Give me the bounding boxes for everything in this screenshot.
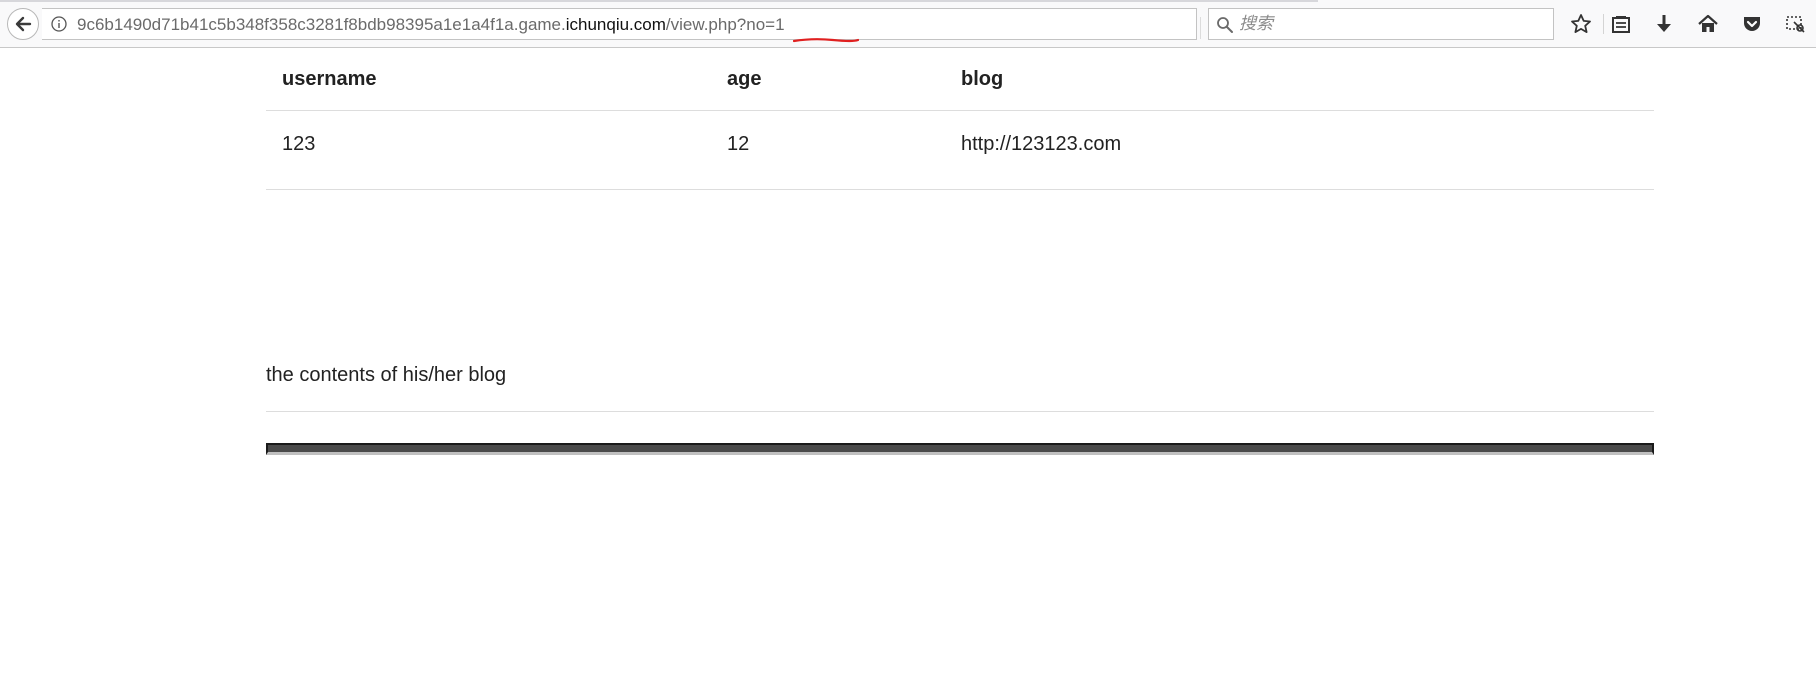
back-button[interactable] (7, 8, 39, 40)
search-icon (1217, 17, 1233, 33)
blog-divider (266, 411, 1654, 412)
table-row: 123 12 http://123123.com (266, 110, 1654, 190)
page-load-indicator (0, 0, 1318, 2)
reading-list-icon (1612, 16, 1630, 33)
reading-list-button[interactable] (1609, 12, 1633, 36)
info-icon[interactable] (51, 16, 67, 32)
column-header-username: username (266, 48, 711, 111)
star-icon (1571, 14, 1591, 33)
bookmark-star-button[interactable] (1569, 12, 1593, 36)
search-bar[interactable] (1208, 8, 1554, 40)
pocket-button[interactable] (1740, 12, 1764, 36)
url-domain: ichunqiu.com (565, 15, 666, 34)
user-info-table: username age blog 123 12 http://123123.c… (266, 48, 1654, 190)
url-prefix: 9c6b1490d71b41c5b348f358c3281f8bdb98395a… (77, 15, 566, 34)
blog-content-frame[interactable] (266, 443, 1654, 455)
pocket-icon (1744, 17, 1760, 31)
cell-blog: http://123123.com (945, 110, 1654, 190)
urlbar-divider (1200, 17, 1201, 39)
home-button[interactable] (1696, 12, 1720, 36)
screenshot-icon (1786, 16, 1805, 33)
column-header-age: age (711, 48, 945, 111)
browser-toolbar: 9c6b1490d71b41c5b348f358c3281f8bdb98395a… (0, 0, 1816, 48)
page-content: username age blog 123 12 http://123123.c… (266, 48, 1654, 190)
red-underline-annotation (793, 38, 859, 43)
toolbar-divider (1603, 14, 1604, 34)
home-icon (1698, 14, 1718, 32)
downloads-button[interactable] (1652, 12, 1676, 36)
cell-age: 12 (711, 110, 945, 190)
download-icon (1657, 15, 1671, 32)
column-header-blog: blog (945, 48, 1654, 111)
url-text[interactable]: 9c6b1490d71b41c5b348f358c3281f8bdb98395a… (77, 15, 785, 35)
url-path: /view.php?no=1 (665, 15, 785, 34)
table-header-row: username age blog (266, 48, 1654, 111)
url-bar[interactable]: 9c6b1490d71b41c5b348f358c3281f8bdb98395a… (42, 8, 1225, 43)
back-arrow-icon (15, 16, 32, 32)
cell-username: 123 (266, 110, 711, 190)
screenshot-button[interactable] (1784, 12, 1808, 36)
blog-contents-heading: the contents of his/her blog (266, 364, 507, 386)
search-input[interactable] (1239, 12, 1539, 36)
